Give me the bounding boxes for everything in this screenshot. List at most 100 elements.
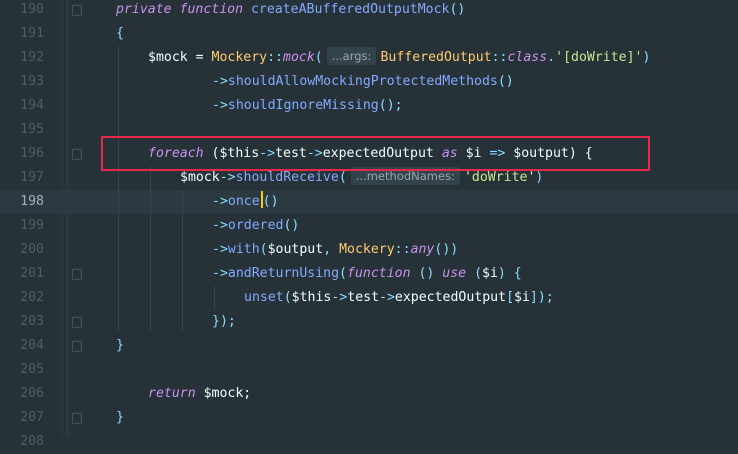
code-token: ->: [212, 98, 228, 113]
code-text[interactable]: $mock = Mockery::mock(...args: BufferedOu…: [148, 46, 650, 70]
fold-toggle-icon[interactable]: [72, 149, 82, 160]
code-token: =: [187, 50, 212, 65]
code-token: use: [442, 266, 467, 281]
code-token: (): [410, 266, 443, 281]
code-text[interactable]: ->ordered(): [212, 214, 299, 238]
code-token: (): [449, 2, 466, 17]
code-token: });: [212, 314, 236, 329]
line-number: 204: [20, 338, 44, 353]
code-text[interactable]: return $mock;: [148, 382, 251, 406]
code-line[interactable]: 207}: [0, 406, 738, 430]
line-number: 206: [20, 386, 44, 401]
code-token: }: [116, 338, 124, 353]
code-token: with: [227, 242, 260, 257]
line-number: 199: [20, 218, 44, 233]
code-line[interactable]: 199 ->ordered(): [0, 214, 738, 238]
fold-toggle-icon[interactable]: [72, 269, 82, 280]
code-line[interactable]: 202 unset($this->test->expectedOutput[$i]…: [0, 286, 738, 310]
code-line[interactable]: 192 $mock = Mockery::mock(...args: Buffere…: [0, 46, 738, 70]
code-token: ->: [212, 242, 228, 257]
code-token: (: [466, 266, 483, 281]
line-number: 203: [20, 314, 44, 329]
code-text[interactable]: }: [116, 334, 124, 358]
code-text[interactable]: unset($this->test->expectedOutput[$i]);: [244, 286, 554, 310]
code-token: ->: [212, 194, 228, 209]
code-token: (): [283, 218, 300, 233]
code-token: '[doWrite]': [555, 50, 643, 65]
fold-toggle-icon[interactable]: [72, 413, 82, 424]
code-token: ->: [212, 266, 228, 281]
code-token: (: [339, 266, 347, 281]
code-token: (): [262, 194, 279, 209]
code-token: (: [259, 242, 268, 257]
code-line[interactable]: 203});: [0, 310, 738, 334]
code-token: ::: [491, 50, 508, 65]
code-token: (: [283, 290, 292, 305]
indent-guide: [150, 166, 151, 332]
code-text[interactable]: private function createABufferedOutputMo…: [116, 0, 465, 22]
code-token: $output: [267, 242, 324, 257]
code-line[interactable]: 194 ->shouldIgnoreMissing();: [0, 94, 738, 118]
code-token: ::: [394, 242, 411, 257]
code-editor[interactable]: 190 private function createABufferedOutpu…: [0, 0, 738, 449]
code-token: ) {: [497, 266, 522, 281]
code-token: (: [314, 50, 323, 65]
code-token: $mock: [148, 50, 188, 65]
code-line[interactable]: 204}: [0, 334, 738, 358]
line-number: 207: [20, 410, 44, 425]
code-token: $i: [514, 290, 530, 305]
code-text[interactable]: });: [212, 310, 236, 334]
code-token: BufferedOutput: [380, 50, 492, 65]
code-line[interactable]: 208: [0, 430, 738, 454]
line-number: 195: [20, 122, 44, 137]
code-line[interactable]: 190 private function createABufferedOutpu…: [0, 0, 738, 22]
line-number: 205: [20, 362, 44, 377]
line-number: 194: [20, 98, 44, 113]
code-token: class: [507, 50, 548, 65]
code-text[interactable]: ->once(): [212, 190, 279, 214]
code-text[interactable]: ->shouldIgnoreMissing();: [212, 94, 403, 118]
code-text[interactable]: }: [116, 406, 124, 430]
annotation-highlight-box: [101, 136, 650, 171]
code-token: ->: [219, 170, 236, 185]
code-token: ->: [212, 74, 228, 89]
code-line[interactable]: 191 {: [0, 22, 738, 46]
parameter-hint: ...args:: [326, 47, 377, 65]
line-number: 200: [20, 242, 44, 257]
code-token: $mock;: [195, 386, 252, 401]
code-token: .: [547, 50, 556, 65]
code-token: createABufferedOutputMock: [250, 2, 450, 17]
code-token: ()): [434, 242, 459, 257]
code-line[interactable]: 200 ->with($output, Mockery::any()): [0, 238, 738, 262]
line-number: 193: [20, 74, 44, 89]
code-text[interactable]: ->with($output, Mockery::any()): [212, 238, 458, 262]
code-line[interactable]: 206 return $mock;: [0, 382, 738, 406]
code-token: {: [116, 26, 124, 41]
code-token: shouldAllowMockingProtectedMethods: [227, 74, 498, 89]
code-token: ): [535, 170, 544, 185]
line-number: 192: [20, 50, 44, 65]
code-token: Mockery: [339, 242, 395, 257]
code-text[interactable]: {: [116, 22, 124, 46]
fold-toggle-icon[interactable]: [72, 5, 82, 16]
code-text[interactable]: ->shouldAllowMockingProtectedMethods(): [212, 70, 514, 94]
code-token: ::: [267, 50, 283, 65]
code-token: test: [347, 290, 380, 305]
code-token: any: [410, 242, 435, 257]
code-line[interactable]: 201 ->andReturnUsing(function () use ($i)…: [0, 262, 738, 286]
fold-toggle-icon[interactable]: [72, 341, 82, 352]
code-token: $mock: [180, 170, 220, 185]
code-line[interactable]: 205: [0, 358, 738, 382]
code-token: $i: [482, 266, 498, 281]
code-token: (: [338, 170, 347, 185]
code-token: }: [116, 410, 124, 425]
code-token: andReturnUsing: [227, 266, 340, 281]
code-line[interactable]: 193 ->shouldAllowMockingProtectedMethods(…: [0, 70, 738, 94]
line-number: 190: [20, 2, 44, 17]
code-token: (): [497, 74, 514, 89]
code-line[interactable]: 198 ->once(): [0, 190, 738, 214]
fold-toggle-icon[interactable]: [72, 317, 82, 328]
code-text[interactable]: ->andReturnUsing(function () use ($i) {: [212, 262, 522, 286]
code-token: ]);: [529, 290, 554, 305]
code-token: return: [148, 386, 196, 401]
